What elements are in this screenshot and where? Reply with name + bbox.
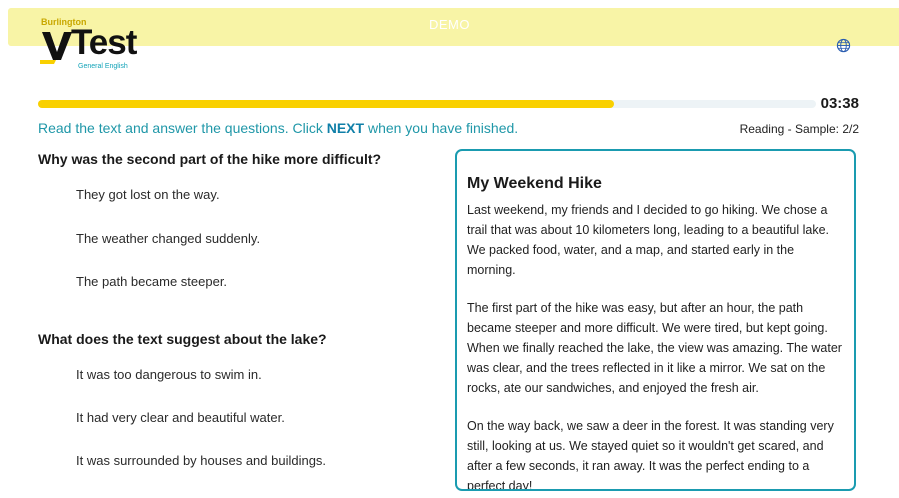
instruction-next-emphasis: NEXT — [326, 120, 365, 136]
page: DEMO Burlington Test General English 03:… — [0, 0, 899, 498]
reading-paragraph-3: On the way back, we saw a deer in the fo… — [467, 419, 834, 491]
reading-passage-panel[interactable]: My Weekend Hike Last weekend, my friends… — [455, 149, 856, 491]
question-1: Why was the second part of the hike more… — [38, 151, 382, 167]
logo-subtitle: General English — [78, 63, 128, 70]
globe-icon[interactable] — [836, 38, 851, 53]
sample-indicator: Reading - Sample: 2/2 — [739, 122, 859, 136]
progress-fill — [38, 100, 614, 108]
instruction-after: when you have finished. — [364, 120, 519, 136]
timer: 03:38 — [820, 95, 859, 112]
reading-paragraph-1: Last weekend, my friends and I decided t… — [467, 203, 830, 277]
question-2-option-2[interactable]: It had very clear and beautiful water. — [76, 410, 285, 425]
question-1-option-2[interactable]: The weather changed suddenly. — [76, 231, 260, 246]
question-2-option-1[interactable]: It was too dangerous to swim in. — [76, 367, 262, 382]
instruction-text: Read the text and answer the questions. … — [38, 120, 518, 136]
reading-title: My Weekend Hike — [467, 175, 602, 192]
question-2-option-3[interactable]: It was surrounded by houses and building… — [76, 453, 326, 468]
question-1-option-3[interactable]: The path became steeper. — [76, 274, 227, 289]
instruction-before: Read the text and answer the questions. … — [38, 120, 327, 136]
logo-test-text: Test — [71, 23, 137, 62]
question-2: What does the text suggest about the lak… — [38, 331, 327, 347]
logo-v-icon — [40, 32, 72, 64]
reading-paragraph-2: The first part of the hike was easy, but… — [467, 301, 842, 395]
question-1-option-1[interactable]: They got lost on the way. — [76, 187, 220, 202]
progress-bar — [38, 100, 816, 108]
